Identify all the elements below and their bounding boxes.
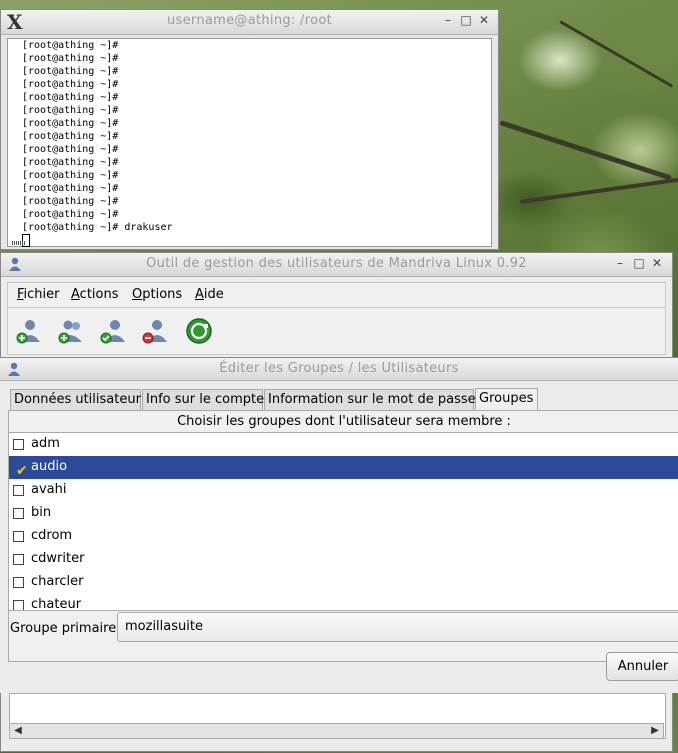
branch-decoration [559,20,674,88]
scroll-left-icon[interactable]: ◀ [12,725,24,736]
group-checkbox[interactable] [13,439,24,450]
delete-user-icon[interactable] [140,316,170,346]
terminal-output: [root@athing ~]# [root@athing ~]# [root@at… [22,39,173,247]
terminal-line: [root@athing ~]# [22,144,119,155]
userdrake-titlebar[interactable]: Outil de gestion des utilisateurs de Man… [1,253,672,277]
terminal-line: [root@athing ~]# [22,170,119,181]
refresh-icon[interactable] [184,316,214,346]
terminal-titlebar[interactable]: X username@athing: /root – □ ✕ [1,10,498,35]
userdrake-title: Outil de gestion des utilisateurs de Man… [146,256,527,271]
terminal-line: [root@athing ~]# [22,40,119,51]
terminal-content[interactable]: [root@athing ~]# [root@athing ~]# [root@at… [7,38,492,247]
group-checkbox[interactable] [13,554,24,565]
group-name: cdwriter [31,551,85,566]
group-name: adm [31,436,60,451]
menu-options[interactable]: Options [132,287,182,302]
minimize-icon[interactable]: – [441,13,455,27]
groups-panel: Choisir les groupes dont l'utilisateur s… [8,410,678,662]
group-name: bin [31,505,52,520]
group-list[interactable]: adm ✔ audio avahi bin cdrom cdwriter charcler ch… [9,432,678,611]
terminal-window: X username@athing: /root – □ ✕ [root@ath… [0,9,499,250]
close-icon[interactable]: ✕ [650,256,664,270]
edit-groups-dialog: Éditer les Groupes / les Utilisateurs Do… [0,357,678,693]
cancel-button[interactable]: Annuler [606,652,678,681]
maximize-icon[interactable]: □ [632,256,646,270]
group-name: avahi [31,482,67,497]
checkmark-icon: ✔ [16,463,28,479]
terminal-line: [root@athing ~]# [22,105,119,116]
add-user-icon[interactable] [14,316,44,346]
group-checkbox[interactable] [13,531,24,542]
group-row[interactable]: chateur [9,594,678,611]
terminal-line: [root@athing ~]# [22,92,119,103]
menu-bar: Fichier Actions Options Aide [7,282,666,308]
terminal-line: [root@athing ~]# [22,183,119,194]
group-row[interactable]: charcler [9,571,678,594]
tab-password-info[interactable]: Information sur le mot de passe [264,389,476,410]
terminal-line: [root@athing ~]# [22,53,119,64]
menu-mnemonic: A [71,287,80,302]
terminal-line: [root@athing ~]# [22,209,119,220]
group-checkbox[interactable]: ✔ [13,462,28,479]
menu-fichier[interactable]: Fichier [17,287,60,302]
add-group-icon[interactable] [56,316,86,346]
group-checkbox[interactable] [13,508,24,519]
group-checkbox[interactable] [13,485,24,496]
group-checkbox[interactable] [13,577,24,588]
menu-mnemonic: A [195,287,204,302]
horizontal-scrollbar[interactable]: ◀ ▶ [9,723,664,739]
maximize-icon[interactable]: □ [459,13,473,27]
terminal-line: [root@athing ~]# [22,66,119,77]
terminal-cursor-line [22,234,173,247]
branch-decoration [519,177,678,204]
menu-mnemonic: O [132,287,143,302]
group-name: charcler [31,574,84,589]
toolbar [7,307,666,355]
tab-groups[interactable]: Groupes [475,388,538,411]
menu-aide[interactable]: Aide [195,287,224,302]
resize-grip[interactable] [12,241,26,245]
primary-group-value: mozillasuite [125,619,203,634]
group-row[interactable]: avahi [9,479,678,502]
tab-user-data[interactable]: Données utilisateur [10,389,141,410]
group-name: audio [31,459,68,474]
group-row[interactable]: ✔ audio [9,456,678,479]
dialog-titlebar[interactable]: Éditer les Groupes / les Utilisateurs [0,358,678,381]
menu-label: ctions [79,287,119,302]
groups-heading: Choisir les groupes dont l'utilisateur s… [177,414,511,429]
primary-group-label: Groupe primaire [10,621,117,636]
close-icon[interactable]: ✕ [477,13,491,27]
group-row[interactable]: cdrom [9,525,678,548]
branch-decoration [499,120,672,181]
group-row[interactable]: adm [9,433,678,456]
terminal-line: [root@athing ~]# [22,196,119,207]
scroll-right-icon[interactable]: ▶ [649,725,661,736]
group-checkbox[interactable] [13,600,24,610]
menu-label: ptions [142,287,183,302]
terminal-line: [root@athing ~]# [22,131,119,142]
menu-label: ichier [23,287,60,302]
menu-actions[interactable]: Actions [71,287,119,302]
group-row[interactable]: bin [9,502,678,525]
group-name: cdrom [31,528,73,543]
primary-group-select[interactable]: mozillasuite [117,612,678,642]
terminal-title: username@athing: /root [167,13,332,28]
group-row[interactable]: cdwriter [9,548,678,571]
menu-label: ide [203,287,224,302]
terminal-line: [root@athing ~]# drakuser [22,222,173,233]
terminal-line: [root@athing ~]# [22,118,119,129]
tab-account-info[interactable]: Info sur le compte [142,389,264,410]
terminal-line: [root@athing ~]# [22,157,119,168]
group-name: chateur [31,597,82,611]
edit-user-icon[interactable] [98,316,128,346]
terminal-line: [root@athing ~]# [22,79,119,90]
minimize-icon[interactable]: – [613,256,627,270]
dialog-title: Éditer les Groupes / les Utilisateurs [219,361,459,376]
